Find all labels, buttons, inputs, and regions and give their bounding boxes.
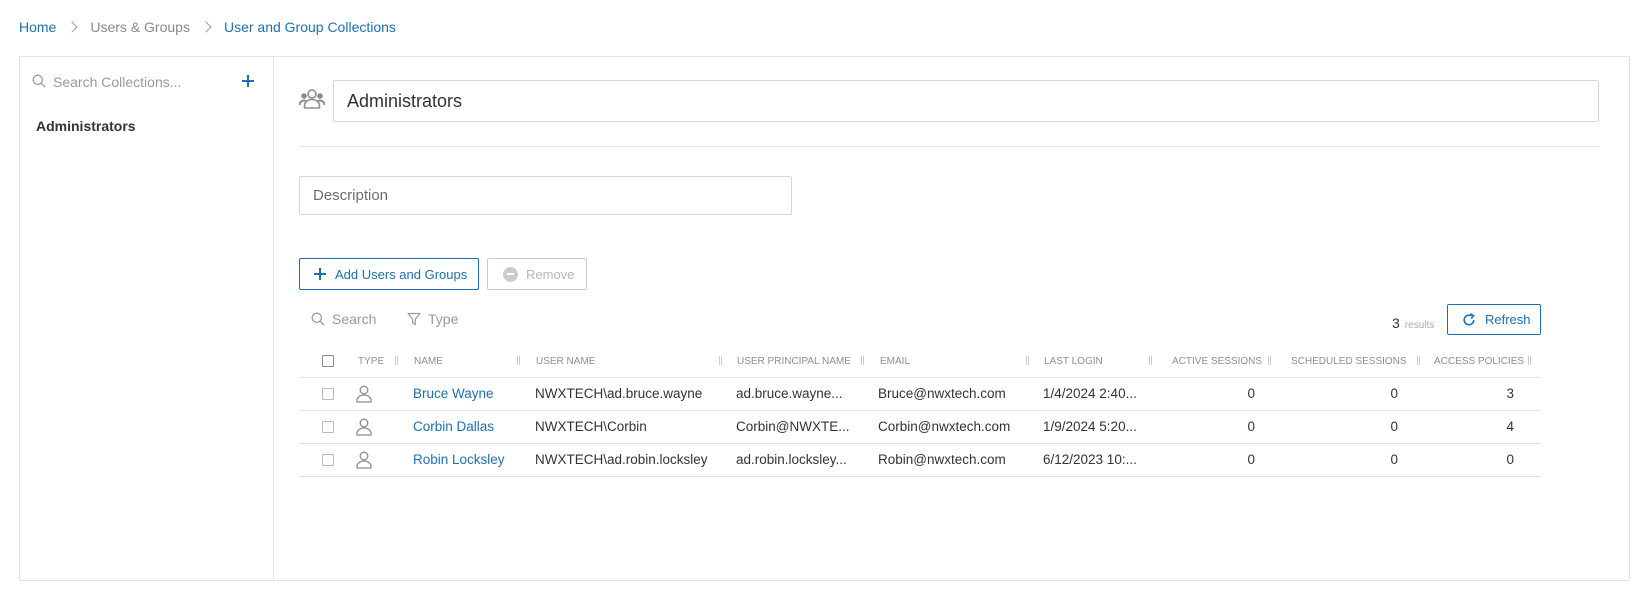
column-upn[interactable]: User Principal Name bbox=[737, 345, 864, 378]
column-scheduled-sessions[interactable]: Scheduled Sessions bbox=[1291, 345, 1420, 378]
content-frame: Administrators Add Users and Groups Remo… bbox=[19, 56, 1630, 581]
add-users-groups-label: Add Users and Groups bbox=[335, 266, 468, 282]
upn-cell: Corbin@NWXTE... bbox=[736, 419, 850, 434]
remove-button[interactable]: Remove bbox=[487, 258, 587, 290]
access-policies-cell: 4 bbox=[1506, 419, 1514, 434]
member-name-link[interactable]: Robin Locksley bbox=[413, 444, 505, 476]
type-filter[interactable]: Type bbox=[407, 311, 458, 327]
column-resize-handle[interactable] bbox=[1417, 356, 1420, 365]
minus-circle-icon bbox=[503, 266, 518, 282]
results-label: results bbox=[1404, 320, 1435, 331]
refresh-label: Refresh bbox=[1485, 312, 1531, 327]
table-search-filter[interactable]: Search bbox=[311, 311, 376, 327]
plus-icon bbox=[314, 268, 326, 280]
column-resize-handle[interactable] bbox=[1026, 356, 1029, 365]
last-login-cell: 1/9/2024 5:20... bbox=[1043, 419, 1137, 434]
user-name-cell: NWXTECH\ad.robin.locksley bbox=[535, 452, 708, 467]
row-checkbox[interactable] bbox=[322, 388, 334, 400]
breadcrumb-users-groups[interactable]: Users & Groups bbox=[90, 19, 190, 35]
search-filter-label: Search bbox=[332, 311, 377, 327]
refresh-button[interactable]: Refresh bbox=[1447, 304, 1541, 335]
access-policies-cell: 0 bbox=[1506, 452, 1514, 467]
column-last-login[interactable]: Last Login bbox=[1044, 345, 1152, 378]
add-users-groups-button[interactable]: Add Users and Groups bbox=[299, 258, 479, 290]
table-header: Type Name User Name User Principal Name … bbox=[299, 345, 1541, 378]
results-count: 3 results bbox=[1392, 315, 1434, 331]
active-sessions-cell: 0 bbox=[1247, 419, 1255, 434]
column-resize-handle[interactable] bbox=[1528, 356, 1531, 365]
column-resize-handle[interactable] bbox=[395, 356, 398, 365]
column-type[interactable]: Type bbox=[358, 345, 398, 378]
last-login-cell: 1/4/2024 2:40... bbox=[1043, 386, 1137, 401]
scheduled-sessions-cell: 0 bbox=[1390, 419, 1398, 434]
upn-cell: ad.bruce.wayne... bbox=[736, 386, 843, 401]
divider bbox=[299, 146, 1599, 147]
column-resize-handle[interactable] bbox=[1268, 356, 1271, 365]
column-user-name[interactable]: User Name bbox=[536, 345, 722, 378]
member-name-link[interactable]: Corbin Dallas bbox=[413, 411, 494, 443]
remove-label: Remove bbox=[526, 266, 575, 282]
collections-sidebar: Administrators bbox=[20, 57, 274, 580]
column-active-sessions[interactable]: Active Sessions bbox=[1172, 345, 1271, 378]
column-resize-handle[interactable] bbox=[719, 356, 722, 365]
last-login-cell: 6/12/2023 10:... bbox=[1043, 452, 1137, 467]
active-sessions-cell: 0 bbox=[1247, 386, 1255, 401]
sidebar-item-administrators[interactable]: Administrators bbox=[36, 118, 136, 134]
description-input[interactable] bbox=[299, 176, 792, 215]
select-all-checkbox[interactable] bbox=[322, 355, 334, 367]
row-checkbox[interactable] bbox=[322, 421, 334, 433]
type-filter-label: Type bbox=[428, 311, 459, 327]
chevron-right-icon bbox=[200, 21, 212, 33]
upn-cell: ad.robin.locksley... bbox=[736, 452, 847, 467]
collection-search-input[interactable] bbox=[53, 74, 223, 90]
user-icon bbox=[356, 451, 372, 472]
table-row: Robin Locksley NWXTECH\ad.robin.locksley… bbox=[299, 444, 1541, 477]
row-checkbox[interactable] bbox=[322, 454, 334, 466]
column-resize-handle[interactable] bbox=[1149, 356, 1152, 365]
active-sessions-cell: 0 bbox=[1247, 452, 1255, 467]
table-row: Bruce Wayne NWXTECH\ad.bruce.wayne ad.br… bbox=[299, 378, 1541, 411]
email-cell: Corbin@nwxtech.com bbox=[878, 419, 1011, 434]
column-resize-handle[interactable] bbox=[861, 356, 864, 365]
collection-name-input[interactable] bbox=[333, 80, 1599, 122]
table-row: Corbin Dallas NWXTECH\Corbin Corbin@NWXT… bbox=[299, 411, 1541, 444]
search-icon bbox=[311, 312, 325, 326]
access-policies-cell: 3 bbox=[1506, 386, 1514, 401]
scheduled-sessions-cell: 0 bbox=[1390, 386, 1398, 401]
collection-search bbox=[32, 70, 262, 94]
member-name-link[interactable]: Bruce Wayne bbox=[413, 378, 494, 410]
breadcrumb-current[interactable]: User and Group Collections bbox=[224, 19, 396, 35]
users-group-icon bbox=[298, 88, 326, 113]
column-email[interactable]: Email bbox=[880, 345, 1029, 378]
chevron-right-icon bbox=[66, 21, 79, 33]
user-icon bbox=[356, 385, 372, 406]
scheduled-sessions-cell: 0 bbox=[1390, 452, 1398, 467]
column-name[interactable]: Name bbox=[414, 345, 520, 378]
user-name-cell: NWXTECH\Corbin bbox=[535, 419, 647, 434]
email-cell: Robin@nwxtech.com bbox=[878, 452, 1006, 467]
column-access-policies[interactable]: Access Policies bbox=[1434, 345, 1531, 378]
search-icon bbox=[32, 74, 46, 91]
refresh-icon bbox=[1463, 312, 1475, 326]
results-number: 3 bbox=[1392, 315, 1400, 331]
breadcrumb: Home Users & Groups User and Group Colle… bbox=[19, 19, 396, 35]
add-collection-button[interactable] bbox=[238, 71, 258, 91]
collection-detail: Add Users and Groups Remove Search Type … bbox=[275, 57, 1629, 580]
filter-icon bbox=[407, 312, 421, 326]
column-resize-handle[interactable] bbox=[517, 356, 520, 365]
user-name-cell: NWXTECH\ad.bruce.wayne bbox=[535, 386, 703, 401]
email-cell: Bruce@nwxtech.com bbox=[878, 386, 1006, 401]
breadcrumb-home[interactable]: Home bbox=[19, 19, 56, 35]
user-icon bbox=[356, 418, 372, 439]
members-table: Type Name User Name User Principal Name … bbox=[299, 345, 1541, 477]
